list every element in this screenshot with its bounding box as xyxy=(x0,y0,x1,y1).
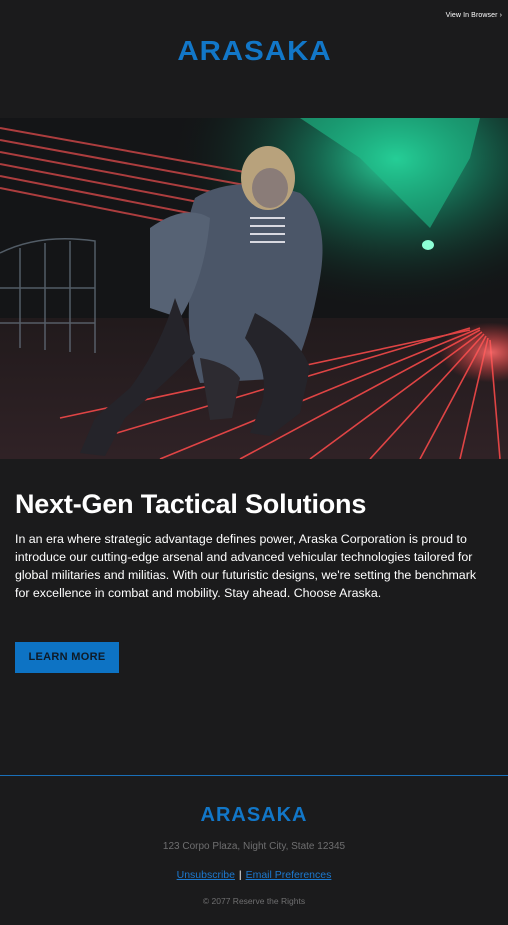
chevron-right-icon: › xyxy=(499,12,502,19)
link-separator: | xyxy=(238,869,242,881)
view-in-browser-label: View In Browser xyxy=(445,12,498,19)
hero-image xyxy=(0,118,508,459)
top-bar: View In Browser › xyxy=(0,0,508,30)
main-content: Next-Gen Tactical Solutions In an era wh… xyxy=(0,487,508,673)
learn-more-button[interactable]: LEARN MORE xyxy=(15,642,119,673)
brand-logo[interactable]: ARASAKA xyxy=(177,35,331,67)
unsubscribe-link[interactable]: Unsubscribe xyxy=(177,869,235,881)
footer-logo[interactable]: ARASAKA xyxy=(201,804,308,827)
company-address: 123 Corpo Plaza, Night City, State 12345 xyxy=(162,841,346,852)
email-preferences-link[interactable]: Email Preferences xyxy=(246,869,332,881)
view-in-browser-link[interactable]: View In Browser › xyxy=(446,12,502,19)
header-logo-container: ARASAKA xyxy=(0,30,508,118)
footer-links: Unsubscribe | Email Preferences xyxy=(0,869,508,881)
footer: ARASAKA 123 Corpo Plaza, Night City, Sta… xyxy=(0,776,508,925)
copyright-text: © 2077 Reserve the Rights xyxy=(202,896,306,906)
headline: Next-Gen Tactical Solutions xyxy=(15,489,367,519)
body-paragraph: In an era where strategic advantage defi… xyxy=(15,532,477,600)
hero-illustration xyxy=(0,118,508,459)
